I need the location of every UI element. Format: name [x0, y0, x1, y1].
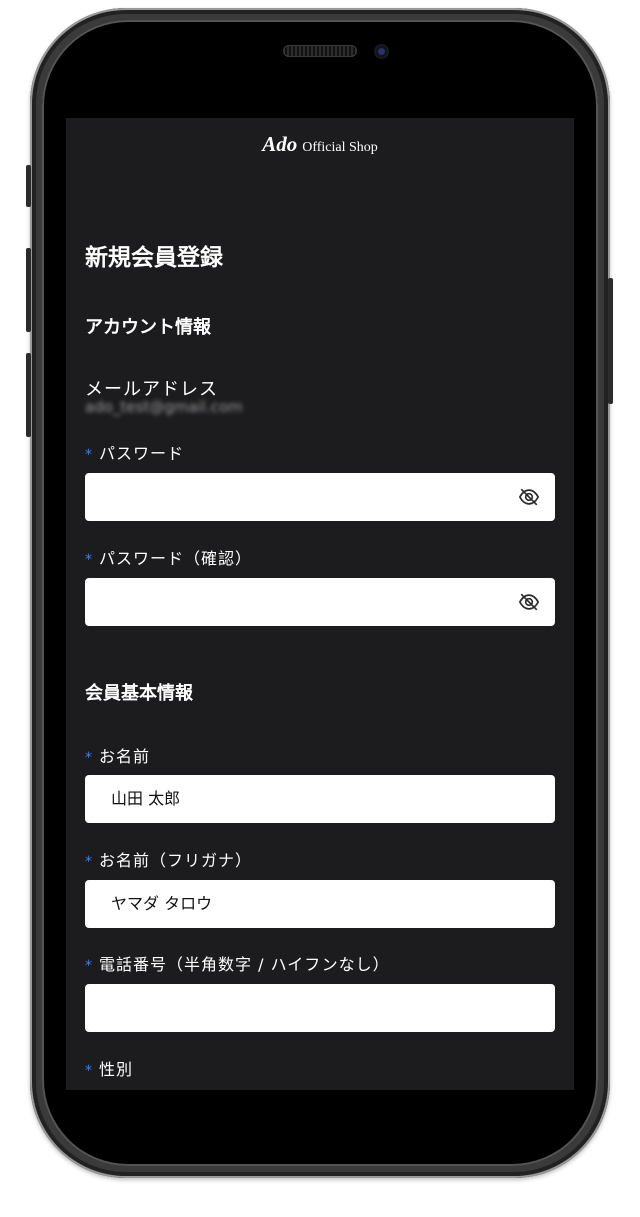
- password-field[interactable]: [85, 473, 555, 521]
- phone-label: * 電話番号（半角数字 / ハイフンなし）: [85, 951, 390, 975]
- front-camera: [374, 44, 389, 59]
- gender-label: * 性別: [85, 1056, 133, 1080]
- email-value: ado_test@gmail.com: [85, 398, 243, 416]
- password-confirm-label-text: パスワード（確認）: [99, 549, 253, 568]
- earpiece-speaker: [283, 45, 357, 57]
- brand-logo: Ado: [262, 132, 298, 156]
- password-label: * パスワード: [85, 440, 184, 464]
- password-confirm-label: * パスワード（確認）: [85, 545, 252, 569]
- required-mark: *: [85, 552, 93, 568]
- name-label: * お名前: [85, 743, 150, 767]
- required-mark: *: [85, 447, 93, 463]
- brand-subtitle: Official Shop: [302, 140, 378, 155]
- password-confirm-field[interactable]: [85, 578, 555, 626]
- eye-slash-icon[interactable]: [518, 486, 540, 508]
- phone-field[interactable]: [85, 984, 555, 1032]
- member-section-heading: 会員基本情報: [85, 683, 193, 704]
- phone-label-text: 電話番号（半角数字 / ハイフンなし）: [99, 955, 390, 974]
- mute-switch: [26, 165, 31, 207]
- page-title: 新規会員登録: [85, 245, 223, 271]
- name-label-text: お名前: [99, 747, 151, 766]
- gender-label-text: 性別: [99, 1060, 134, 1079]
- brand-header[interactable]: Ado Official Shop: [66, 132, 574, 157]
- required-mark: *: [85, 958, 93, 974]
- account-section-heading: アカウント情報: [85, 317, 211, 338]
- power-button: [608, 278, 613, 404]
- password-label-text: パスワード: [99, 444, 185, 463]
- volume-down-button: [26, 353, 31, 437]
- kana-label-text: お名前（フリガナ）: [99, 851, 253, 870]
- kana-label: * お名前（フリガナ）: [85, 847, 252, 871]
- name-field[interactable]: 山田 太郎: [85, 775, 555, 823]
- eye-slash-icon[interactable]: [518, 591, 540, 613]
- registration-screen: Ado Official Shop 新規会員登録 アカウント情報 メールアドレス …: [66, 118, 574, 1090]
- volume-up-button: [26, 248, 31, 332]
- required-mark: *: [85, 1063, 93, 1079]
- kana-field[interactable]: ヤマダ タロウ: [85, 880, 555, 928]
- required-mark: *: [85, 750, 93, 766]
- required-mark: *: [85, 854, 93, 870]
